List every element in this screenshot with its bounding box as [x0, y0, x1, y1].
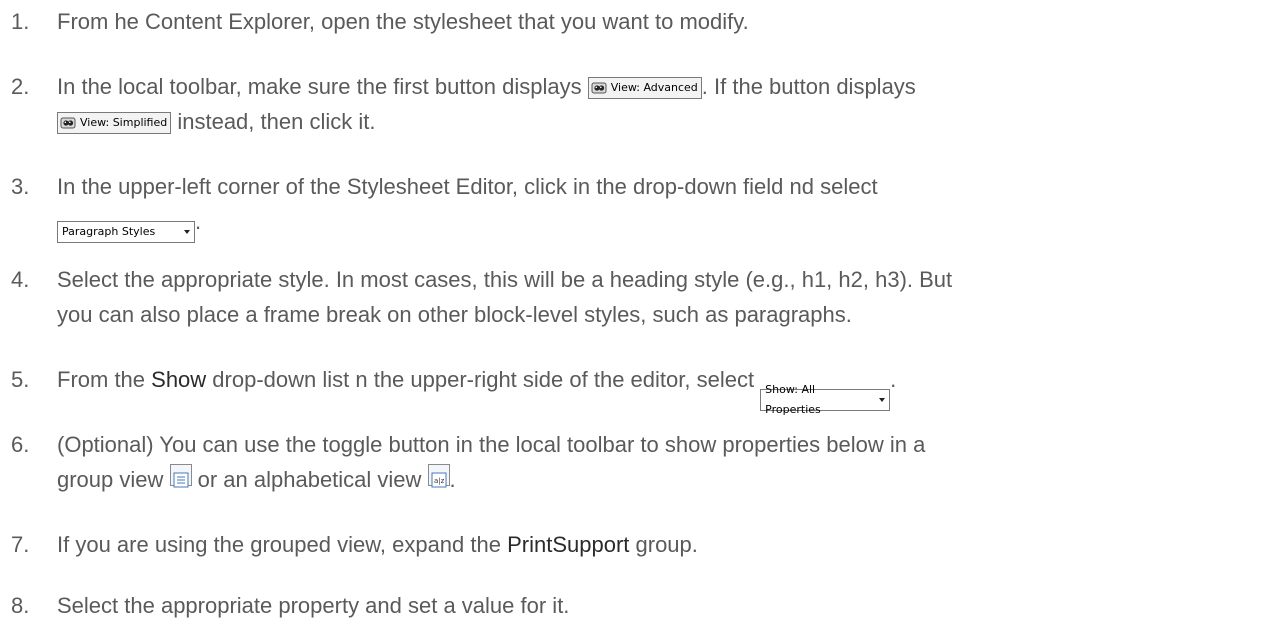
step-text: you can also place a frame break on othe… [57, 302, 852, 327]
paragraph-styles-select: Paragraph Styles [57, 221, 195, 243]
chevron-down-icon [184, 230, 190, 234]
step-number: 1. [11, 9, 30, 34]
step-number: 5. [11, 367, 30, 392]
step-text: . If the button displays [701, 74, 916, 99]
step-text: In the upper-left corner of the Styleshe… [57, 174, 878, 199]
step-number: 4. [11, 267, 30, 292]
show-label: Show [151, 367, 207, 392]
step-number: 8. [11, 593, 30, 618]
view-simplified-button: View: Simplified [57, 112, 172, 134]
eye-icon [591, 82, 607, 94]
step-text: instead, then click it. [171, 109, 376, 134]
step-text: In the local toolbar, make sure the firs… [57, 74, 588, 99]
printsupport-label: PrintSupport [507, 532, 630, 557]
step-number: 3. [11, 174, 30, 199]
view-advanced-button: View: Advanced [587, 77, 702, 99]
group-view-icon [169, 464, 192, 488]
svg-text:a|z: a|z [434, 477, 445, 485]
step-text: Select the appropriate property and set … [57, 593, 570, 618]
step-number: 6. [11, 432, 30, 457]
chevron-down-icon [879, 398, 886, 402]
alphabetical-view-icon: a|z [427, 464, 450, 488]
show-all-properties-select: Show: All Properties [760, 383, 891, 416]
step-number: 7. [11, 532, 30, 557]
step-text: From he Content Explorer, open the style… [57, 9, 749, 34]
step-text: (Optional) You can use the toggle button… [57, 432, 926, 457]
eye-icon [60, 117, 76, 129]
step-text: Select the appropriate style. In most ca… [57, 267, 953, 292]
step-number: 2. [11, 74, 30, 99]
